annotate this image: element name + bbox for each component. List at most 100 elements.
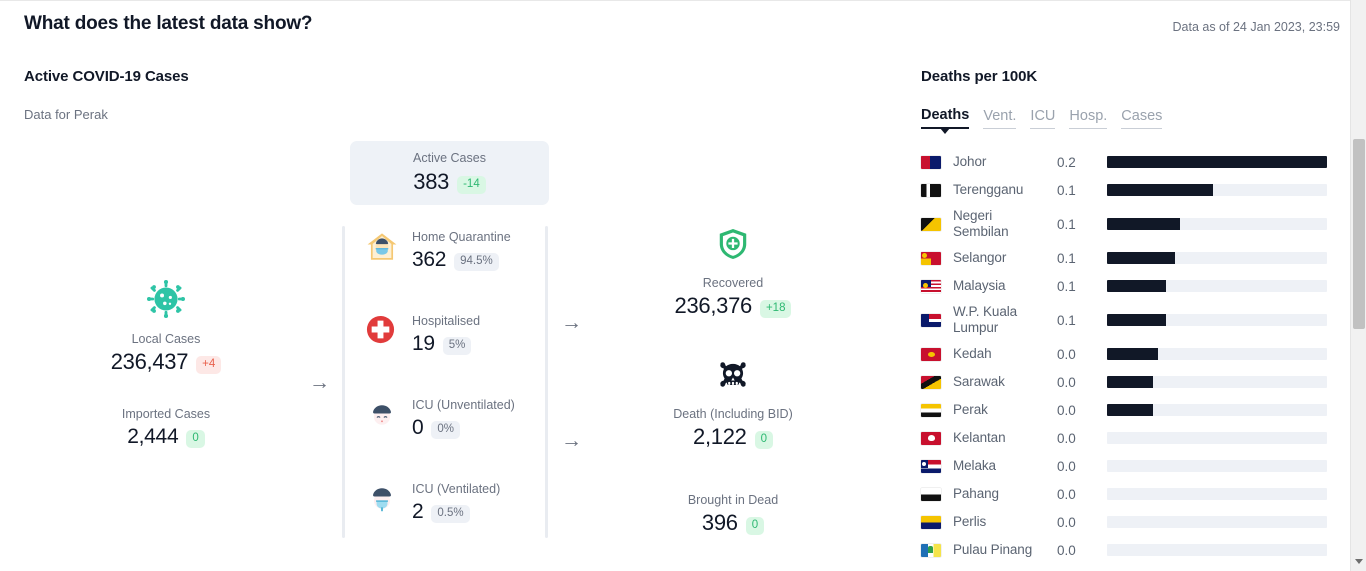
ranking-bar-fill	[1107, 314, 1167, 326]
death-value: 2,122	[693, 424, 747, 449]
ranking-bar-fill	[1107, 404, 1154, 416]
active-cases-card: Active Cases 383 -14	[350, 141, 549, 205]
death-label: Death (Including BID)	[673, 407, 793, 421]
ranking-value: 0.1	[1057, 182, 1076, 198]
tab-cases[interactable]: Cases	[1121, 108, 1163, 129]
local-cases-value: 236,437	[110, 349, 189, 374]
ranking-bar-track	[1107, 184, 1327, 196]
ranking-bar-track	[1107, 488, 1327, 500]
flag-pahang-icon	[921, 487, 941, 501]
brought-in-dead-label: Brought in Dead	[687, 493, 779, 507]
ranking-row[interactable]: Malaysia 0.1	[921, 272, 1327, 300]
ranking-row[interactable]: Selangor 0.1	[921, 244, 1327, 272]
ranking-row[interactable]: Negeri Sembilan 0.1	[921, 204, 1327, 244]
dashboard-page: What does the latest data show? Data as …	[0, 0, 1366, 571]
ranking-bar-track	[1107, 252, 1327, 264]
tab-icu[interactable]: ICU	[1030, 108, 1056, 129]
active-cases-breakdown-list: Home Quarantine 362 94.5% Hospitalised 1…	[365, 226, 545, 562]
ranking-bar-fill	[1107, 156, 1327, 168]
page-scrollbar[interactable]	[1350, 0, 1366, 571]
ranking-value: 0.0	[1057, 486, 1076, 502]
imported-cases-row: 2,444 0	[60, 423, 272, 451]
state-ranking-list: Johor 0.2 Terengganu 0.1 Negeri Sembilan 0.1 S…	[921, 148, 1327, 571]
ranking-row[interactable]: Johor 0.2	[921, 148, 1327, 176]
breakdown-value: 0	[412, 416, 424, 439]
tab-deaths[interactable]: Deaths	[921, 107, 970, 134]
recovered-delta-badge: +18	[759, 300, 792, 318]
icu-ventilated-icon	[365, 482, 399, 516]
brought-in-dead-group: Brought in Dead 396 0	[633, 492, 833, 537]
ranking-value: 0.1	[1057, 278, 1076, 294]
active-cases-row: 383 -14	[413, 168, 486, 196]
ranking-bar-track	[1107, 544, 1327, 556]
breakdown-percent-badge: 0.5%	[431, 505, 470, 523]
breakdown-value-row: 0 0%	[412, 414, 515, 442]
flag-perlis-icon	[921, 515, 941, 529]
flag-malaysia-icon	[921, 279, 941, 293]
ranking-row[interactable]: Sabah0.0	[921, 564, 1327, 571]
ranking-state-name: Sarawak	[953, 374, 1005, 389]
breakdown-bracket-left	[342, 226, 345, 538]
deaths-per-100k-title: Deaths per 100K	[921, 68, 1038, 85]
ranking-state-name: Negeri Sembilan	[953, 208, 1009, 239]
page-title: What does the latest data show?	[24, 13, 313, 34]
scroll-down-arrow-icon[interactable]	[1351, 553, 1366, 569]
ranking-row[interactable]: Pahang 0.0	[921, 480, 1327, 508]
ranking-row[interactable]: Perlis 0.0	[921, 508, 1327, 536]
ranking-value: 0.0	[1057, 402, 1076, 418]
arrow-right-icon: →	[561, 311, 582, 334]
recovered-value: 236,376	[674, 293, 753, 318]
ranking-bar-track	[1107, 404, 1327, 416]
ranking-row[interactable]: Perak 0.0	[921, 396, 1327, 424]
ranking-value: 0.1	[1057, 216, 1076, 232]
ranking-bar-fill	[1107, 252, 1176, 264]
ranking-value: 0.0	[1057, 458, 1076, 474]
breakdown-label: Hospitalised	[412, 314, 481, 328]
active-cases-delta-badge: -14	[457, 176, 486, 194]
ranking-bar-track	[1107, 280, 1327, 292]
ranking-state-name: Kelantan	[953, 430, 1006, 445]
breakdown-text: Hospitalised 19 5%	[412, 310, 480, 358]
ranking-row[interactable]: Kedah 0.0	[921, 340, 1327, 368]
death-delta-badge: 0	[754, 431, 773, 449]
flag-sarawak-icon	[921, 375, 941, 389]
brought-in-dead-value: 396	[701, 510, 738, 535]
brought-in-dead-row: 396 0	[633, 509, 833, 537]
ranking-row[interactable]: Kelantan 0.0	[921, 424, 1327, 452]
tab-hosp[interactable]: Hosp.	[1069, 108, 1108, 129]
imported-cases-label: Imported Cases	[121, 407, 211, 421]
ranking-value: 0.0	[1057, 346, 1076, 362]
flag-negeri-sembilan-icon	[921, 217, 941, 231]
flag-terengganu-icon	[921, 183, 941, 197]
ranking-value: 0.1	[1057, 250, 1076, 266]
ranking-row[interactable]: Melaka 0.0	[921, 452, 1327, 480]
virus-icon	[60, 280, 272, 323]
breakdown-value-row: 362 94.5%	[412, 246, 511, 274]
breakdown-item-icu-unventilated: ICU (Unventilated) 0 0%	[365, 394, 545, 478]
ranking-state-name: Melaka	[953, 458, 996, 473]
ranking-row[interactable]: W.P. Kuala Lumpur 0.1	[921, 300, 1327, 340]
breakdown-value: 362	[412, 248, 447, 271]
ranking-state-name: Terengganu	[953, 182, 1024, 197]
ranking-bar-track	[1107, 314, 1327, 326]
recovered-group: Recovered 236,376 +18	[633, 228, 833, 320]
active-cases-subtitle: Data for Perak	[24, 107, 108, 122]
ranking-row[interactable]: Sarawak 0.0	[921, 368, 1327, 396]
ranking-value: 0.0	[1057, 514, 1076, 530]
breakdown-item-home-quarantine: Home Quarantine 362 94.5%	[365, 226, 545, 310]
breakdown-item-icu-ventilated: ICU (Ventilated) 2 0.5%	[365, 478, 545, 562]
breakdown-label: ICU (Ventilated)	[412, 482, 501, 496]
imported-cases-value: 2,444	[127, 425, 179, 448]
flag-selangor-icon	[921, 251, 941, 265]
metric-tabs: Deaths Vent. ICU Hosp. Cases	[921, 107, 1163, 134]
tab-vent[interactable]: Vent.	[983, 108, 1017, 129]
ranking-row[interactable]: Pulau Pinang 0.0	[921, 536, 1327, 564]
ranking-row[interactable]: Terengganu 0.1	[921, 176, 1327, 204]
local-cases-delta-badge: +4	[196, 356, 222, 374]
breakdown-value: 19	[412, 332, 435, 355]
ranking-bar-track	[1107, 376, 1327, 388]
breakdown-value: 2	[412, 500, 424, 523]
ranking-state-name: Kedah	[953, 346, 992, 361]
local-cases-label: Local Cases	[131, 332, 201, 346]
scrollbar-thumb[interactable]	[1353, 139, 1365, 329]
